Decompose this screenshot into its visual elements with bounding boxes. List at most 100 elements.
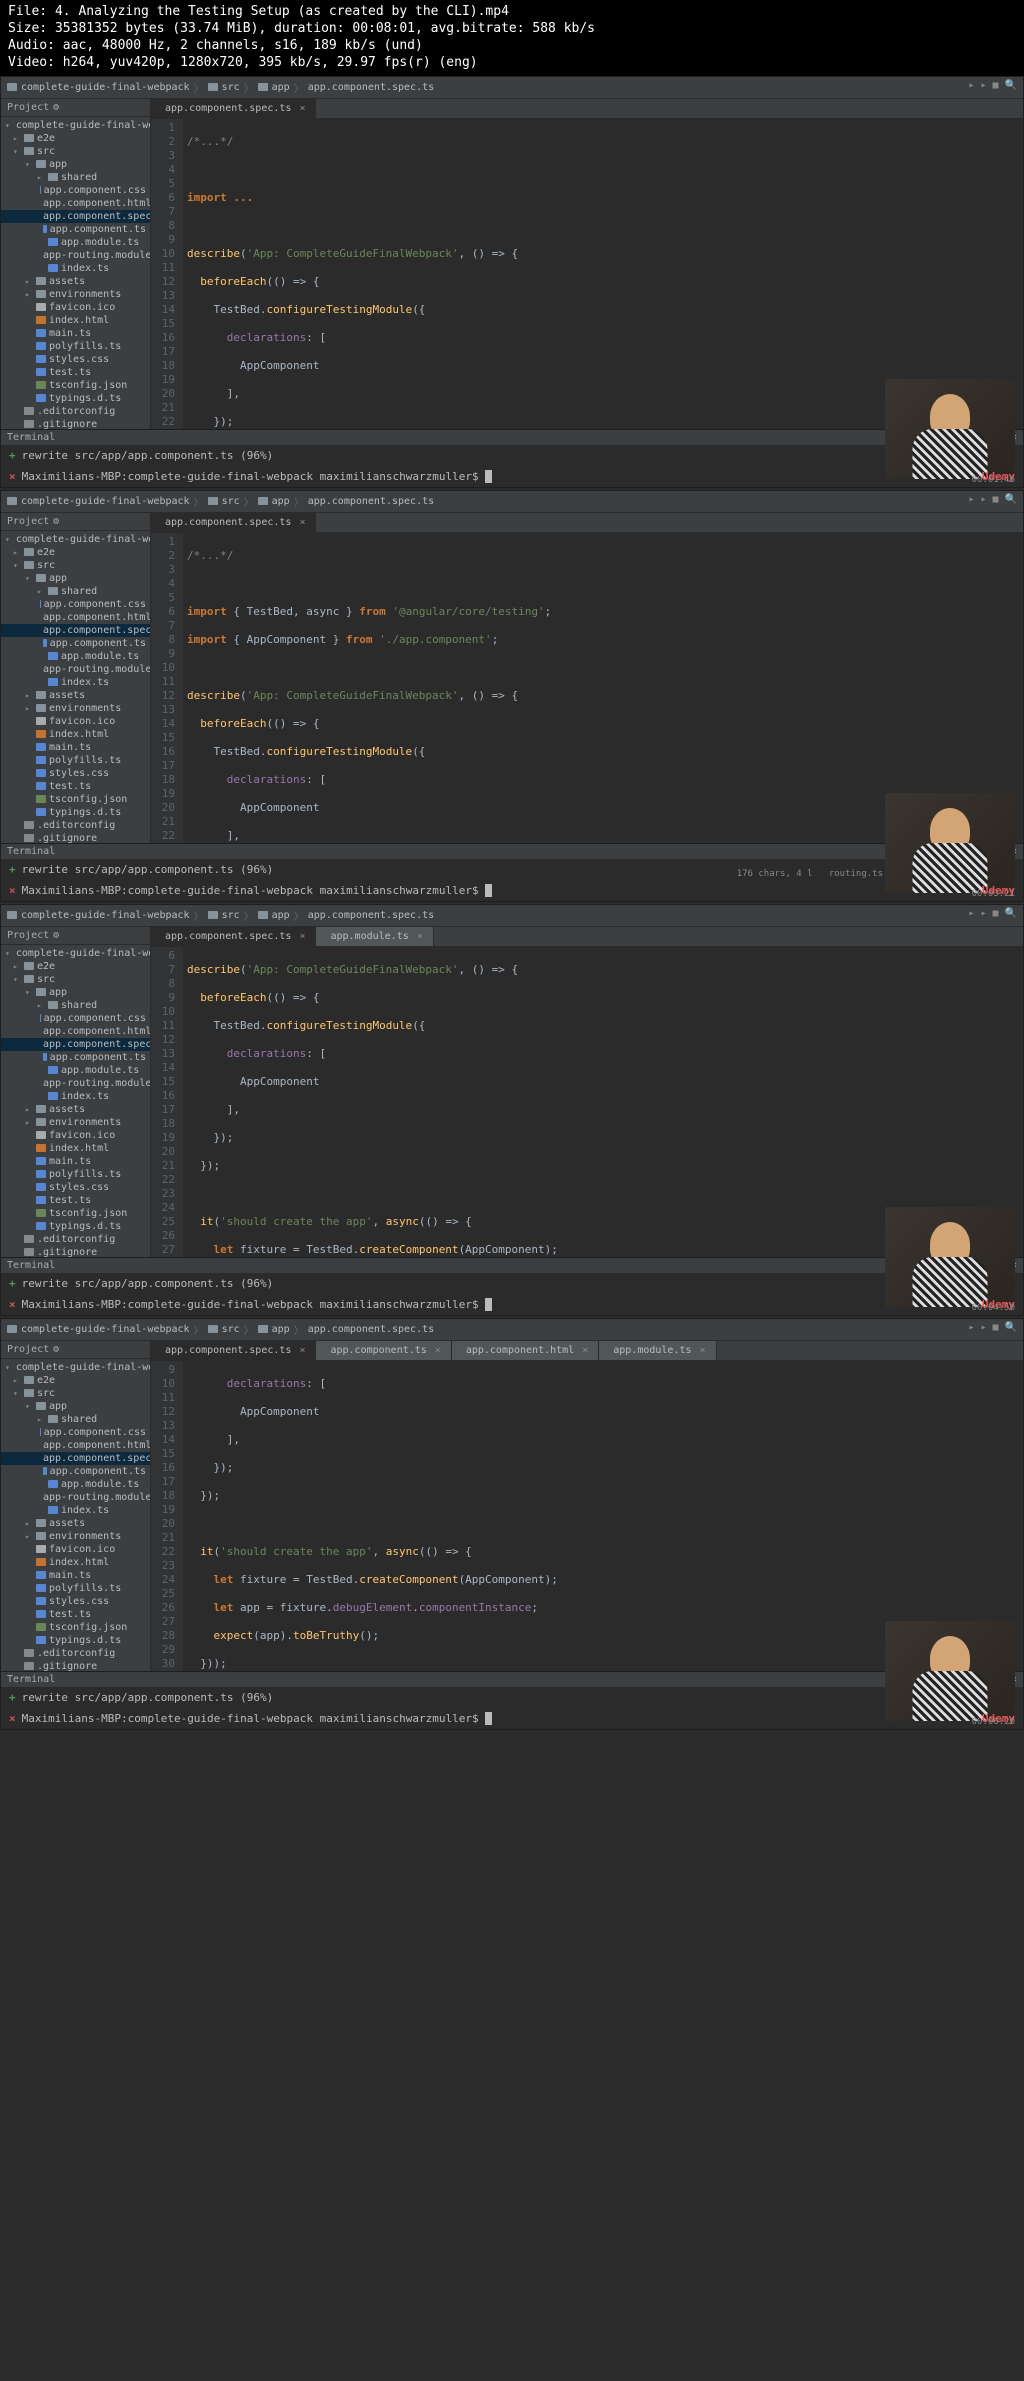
bc-src[interactable]: src bbox=[222, 82, 240, 93]
tree-app-routing[interactable]: app-routing.module.ts bbox=[1, 663, 150, 676]
tree-app[interactable]: ▾app bbox=[1, 986, 150, 999]
tree-test[interactable]: test.ts bbox=[1, 1608, 150, 1621]
tree-index-html[interactable]: index.html bbox=[1, 1142, 150, 1155]
tree-app-spec[interactable]: app.component.spec.ts bbox=[1, 1038, 150, 1051]
tree-styles[interactable]: styles.css bbox=[1, 1181, 150, 1194]
project-header[interactable]: Project ⚙ bbox=[1, 1341, 150, 1359]
tree-e2e[interactable]: ▸e2e bbox=[1, 546, 150, 559]
tree-index-ts[interactable]: index.ts bbox=[1, 262, 150, 275]
run-icon[interactable]: ▸ bbox=[968, 1322, 974, 1333]
gear-icon[interactable]: ⚙ bbox=[53, 102, 59, 113]
run-icon[interactable]: ▸ bbox=[968, 80, 974, 91]
tree-index-ts[interactable]: index.ts bbox=[1, 1090, 150, 1103]
tree-e2e[interactable]: ▸e2e bbox=[1, 132, 150, 145]
close-icon[interactable]: × bbox=[299, 1345, 305, 1356]
terminal-header[interactable]: Terminal ⚙ × bbox=[1, 1258, 1023, 1273]
tree-app-css[interactable]: app.component.css bbox=[1, 1012, 150, 1025]
tree-app-routing[interactable]: app-routing.module.ts bbox=[1, 1491, 150, 1504]
tree-root[interactable]: ▾complete-guide-final-webpack bbox=[1, 533, 150, 546]
close-icon[interactable]: × bbox=[9, 470, 16, 483]
tree-src[interactable]: ▾src bbox=[1, 1387, 150, 1400]
tree-tsconfig[interactable]: tsconfig.json bbox=[1, 1207, 150, 1220]
search-icon[interactable]: 🔍 bbox=[1005, 494, 1017, 505]
tab-spec[interactable]: app.component.spec.ts× bbox=[151, 927, 316, 946]
tree-app[interactable]: ▾app bbox=[1, 1400, 150, 1413]
tree-styles[interactable]: styles.css bbox=[1, 1595, 150, 1608]
tree-gitignore[interactable]: .gitignore bbox=[1, 832, 150, 843]
bc-project[interactable]: complete-guide-final-webpack bbox=[21, 1324, 190, 1335]
tree-polyfills[interactable]: polyfills.ts bbox=[1, 340, 150, 353]
close-icon[interactable]: × bbox=[582, 1345, 588, 1356]
tree-main[interactable]: main.ts bbox=[1, 1155, 150, 1168]
bc-project[interactable]: complete-guide-final-webpack bbox=[21, 82, 190, 93]
search-icon[interactable]: 🔍 bbox=[1005, 80, 1017, 91]
terminal-body[interactable]: + rewrite src/app/app.component.ts (96%) bbox=[1, 1273, 1023, 1294]
terminal-header[interactable]: Terminal ⚙ × bbox=[1, 1672, 1023, 1687]
terminal-header[interactable]: Terminal ⚙ × bbox=[1, 844, 1023, 859]
bc-file[interactable]: app.component.spec.ts bbox=[308, 496, 434, 507]
tree-gitignore[interactable]: .gitignore bbox=[1, 418, 150, 429]
close-icon[interactable]: × bbox=[299, 931, 305, 942]
tree-main[interactable]: main.ts bbox=[1, 741, 150, 754]
project-header[interactable]: Project ⚙ bbox=[1, 927, 150, 945]
plus-icon[interactable]: + bbox=[9, 449, 16, 462]
tree-e2e[interactable]: ▸e2e bbox=[1, 960, 150, 973]
tree-app-css[interactable]: app.component.css bbox=[1, 1426, 150, 1439]
tree-assets[interactable]: ▸assets bbox=[1, 275, 150, 288]
tree-shared[interactable]: ▸shared bbox=[1, 999, 150, 1012]
close-icon[interactable]: × bbox=[435, 1345, 441, 1356]
tree-app-ts[interactable]: app.component.ts bbox=[1, 223, 150, 236]
tree-src[interactable]: ▾src bbox=[1, 973, 150, 986]
bc-src[interactable]: src bbox=[222, 1324, 240, 1335]
bc-app[interactable]: app bbox=[272, 910, 290, 921]
tree-test[interactable]: test.ts bbox=[1, 780, 150, 793]
tree-styles[interactable]: styles.css bbox=[1, 767, 150, 780]
tree-tsconfig[interactable]: tsconfig.json bbox=[1, 793, 150, 806]
tree-shared[interactable]: ▸shared bbox=[1, 585, 150, 598]
stop-icon[interactable]: ■ bbox=[993, 494, 999, 505]
tree-environments[interactable]: ▸environments bbox=[1, 288, 150, 301]
tree-typings[interactable]: typings.d.ts bbox=[1, 392, 150, 405]
tree-favicon[interactable]: favicon.ico bbox=[1, 1129, 150, 1142]
tab-module[interactable]: app.module.ts× bbox=[316, 927, 433, 946]
tree-app-html[interactable]: app.component.html bbox=[1, 197, 150, 210]
close-icon[interactable]: × bbox=[9, 1712, 16, 1725]
tab-spec[interactable]: app.component.spec.ts× bbox=[151, 1341, 316, 1360]
close-icon[interactable]: × bbox=[9, 884, 16, 897]
tree-index-html[interactable]: index.html bbox=[1, 1556, 150, 1569]
tree-polyfills[interactable]: polyfills.ts bbox=[1, 754, 150, 767]
tree-typings[interactable]: typings.d.ts bbox=[1, 1634, 150, 1647]
tab-module[interactable]: app.module.ts× bbox=[599, 1341, 716, 1360]
tree-index-ts[interactable]: index.ts bbox=[1, 1504, 150, 1517]
stop-icon[interactable]: ■ bbox=[993, 1322, 999, 1333]
gear-icon[interactable]: ⚙ bbox=[53, 1344, 59, 1355]
search-icon[interactable]: 🔍 bbox=[1005, 908, 1017, 919]
tree-app-spec[interactable]: app.component.spec.ts bbox=[1, 624, 150, 637]
tree-test[interactable]: test.ts bbox=[1, 1194, 150, 1207]
tree-favicon[interactable]: favicon.ico bbox=[1, 301, 150, 314]
tree-styles[interactable]: styles.css bbox=[1, 353, 150, 366]
tab-comp[interactable]: app.component.ts× bbox=[316, 1341, 451, 1360]
tree-polyfills[interactable]: polyfills.ts bbox=[1, 1168, 150, 1181]
bc-file[interactable]: app.component.spec.ts bbox=[308, 1324, 434, 1335]
tree-app-routing[interactable]: app-routing.module.ts bbox=[1, 1077, 150, 1090]
close-icon[interactable]: × bbox=[9, 1298, 16, 1311]
project-header[interactable]: Project ⚙ bbox=[1, 513, 150, 531]
tree-typings[interactable]: typings.d.ts bbox=[1, 806, 150, 819]
tab-spec[interactable]: app.component.spec.ts× bbox=[151, 513, 316, 532]
tree-app-spec[interactable]: app.component.spec.ts bbox=[1, 210, 150, 223]
tree-app-module[interactable]: app.module.ts bbox=[1, 1478, 150, 1491]
tree-root[interactable]: ▾complete-guide-final-webpack bbox=[1, 947, 150, 960]
bc-project[interactable]: complete-guide-final-webpack bbox=[21, 496, 190, 507]
tree-test[interactable]: test.ts bbox=[1, 366, 150, 379]
terminal-header[interactable]: Terminal ⚙ × bbox=[1, 430, 1023, 445]
tree-assets[interactable]: ▸assets bbox=[1, 1103, 150, 1116]
tree-favicon[interactable]: favicon.ico bbox=[1, 715, 150, 728]
close-icon[interactable]: × bbox=[299, 517, 305, 528]
tree-index-ts[interactable]: index.ts bbox=[1, 676, 150, 689]
tree-polyfills[interactable]: polyfills.ts bbox=[1, 1582, 150, 1595]
run-icon[interactable]: ▸ bbox=[968, 908, 974, 919]
debug-icon[interactable]: ▸ bbox=[980, 1322, 986, 1333]
debug-icon[interactable]: ▸ bbox=[980, 494, 986, 505]
tree-app-module[interactable]: app.module.ts bbox=[1, 1064, 150, 1077]
